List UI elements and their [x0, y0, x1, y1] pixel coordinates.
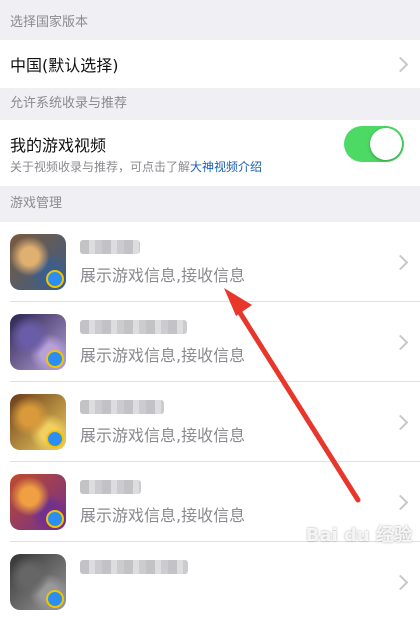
annotation-arrow — [224, 288, 361, 503]
arrow-head — [224, 288, 252, 316]
game-row[interactable] — [0, 542, 420, 622]
game-name-blurred — [80, 560, 188, 574]
chevron-right-icon — [392, 574, 409, 591]
game-icon — [10, 554, 66, 610]
arrow-shaft — [229, 297, 361, 503]
game-platform-badge-icon — [46, 590, 64, 608]
